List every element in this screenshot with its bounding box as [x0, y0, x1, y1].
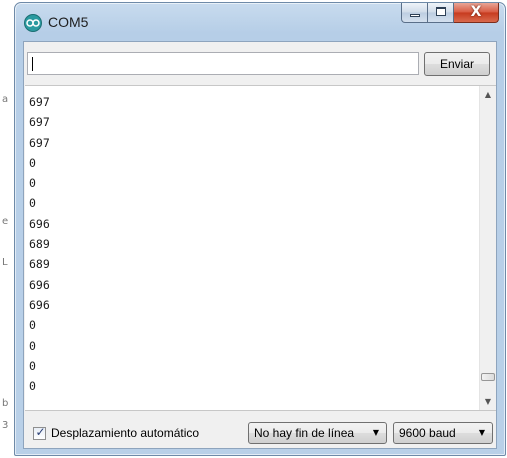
maximize-icon	[436, 7, 446, 16]
dropdown-arrow-icon: ▼	[372, 428, 379, 437]
text-caret	[32, 57, 33, 71]
output-line: 697	[29, 115, 50, 130]
close-icon: X	[470, 4, 482, 20]
footer-bar: ✓ Desplazamiento automático No hay fin d…	[24, 414, 496, 448]
vertical-scrollbar[interactable]: ▲ ▼	[479, 86, 496, 410]
title-bar[interactable]: COM5 X	[15, 3, 505, 41]
output-line: 0	[29, 379, 36, 394]
background-char: a	[2, 94, 9, 105]
serial-output[interactable]: 697 697 697 0 0 0 696 689 689 696 696 0 0 0 0 ▲ ▼	[25, 85, 496, 411]
baud-rate-select[interactable]: 9600 baud ▼	[393, 422, 493, 444]
background-window-edge: a e L b 3	[0, 0, 14, 458]
scrollbar-thumb[interactable]	[481, 373, 495, 381]
background-char: e	[2, 216, 9, 227]
output-line: 0	[29, 318, 36, 333]
output-line: 0	[29, 155, 36, 170]
window-client-area: Enviar 697 697 697 0 0 0 696 689 689 696 696 0 0 0 0 ▲…	[23, 41, 497, 449]
caption-buttons: X	[401, 3, 499, 23]
scroll-down-arrow-icon[interactable]: ▼	[480, 393, 496, 410]
output-line: 0	[29, 176, 36, 191]
output-line: 0	[29, 196, 36, 211]
baud-rate-value: 9600 baud	[399, 426, 456, 440]
output-line: 0	[29, 358, 36, 373]
maximize-button[interactable]	[428, 3, 454, 23]
output-line: 0	[29, 338, 36, 353]
output-line: 696	[29, 277, 50, 292]
line-ending-select[interactable]: No hay fin de línea ▼	[248, 422, 387, 444]
autoscroll-label: Desplazamiento automático	[51, 426, 200, 440]
minimize-button[interactable]	[401, 3, 428, 23]
background-char: 3	[2, 420, 9, 431]
background-char: L	[2, 257, 8, 268]
arduino-icon	[24, 14, 42, 32]
output-line: 697	[29, 135, 50, 150]
checkmark-icon: ✓	[35, 424, 46, 439]
output-line: 697	[29, 95, 50, 109]
line-ending-value: No hay fin de línea	[254, 426, 355, 440]
serial-monitor-window: COM5 X Enviar 697 697 697 0 0 0 696 689 689 696 69…	[14, 2, 506, 456]
scroll-up-arrow-icon[interactable]: ▲	[480, 86, 496, 103]
autoscroll-toggle[interactable]: ✓ Desplazamiento automático	[33, 424, 200, 440]
autoscroll-checkbox[interactable]: ✓	[33, 424, 46, 440]
dropdown-arrow-icon: ▼	[478, 428, 485, 437]
send-input[interactable]	[27, 52, 419, 75]
output-line: 696	[29, 297, 50, 312]
output-lines: 697 697 697 0 0 0 696 689 689 696 696 0 0 0 0	[29, 92, 50, 396]
output-line: 689	[29, 257, 50, 272]
background-char: b	[2, 398, 9, 409]
output-line: 696	[29, 216, 50, 231]
close-button[interactable]: X	[454, 3, 499, 23]
window-title: COM5	[48, 14, 89, 30]
minimize-icon	[410, 14, 420, 17]
send-button[interactable]: Enviar	[424, 52, 490, 76]
output-line: 689	[29, 237, 50, 252]
